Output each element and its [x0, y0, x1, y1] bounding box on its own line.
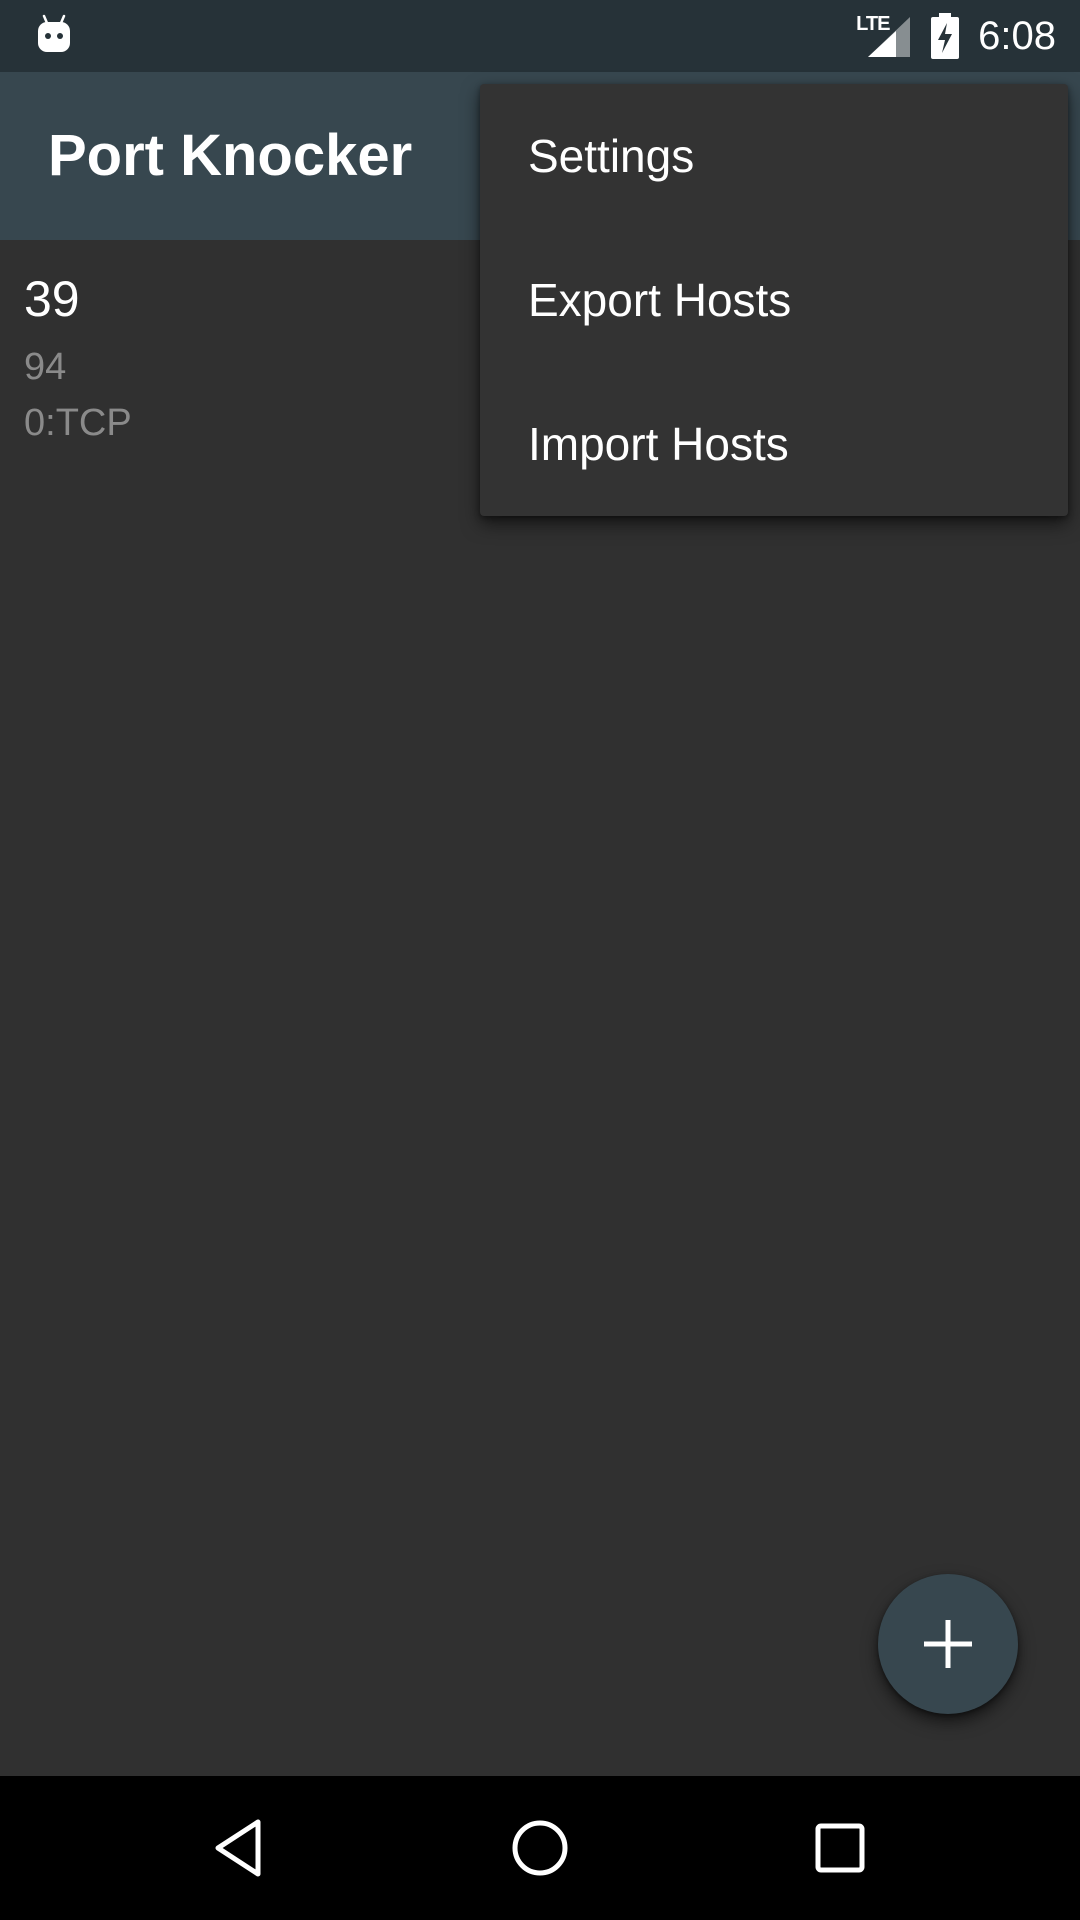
menu-item-import-hosts[interactable]: Import Hosts	[480, 372, 1068, 516]
host-name: 39	[24, 271, 80, 327]
host-detail-line1: 94	[24, 346, 67, 388]
add-host-button[interactable]	[878, 1574, 1018, 1714]
host-detail-line2: 0:TCP	[24, 402, 132, 444]
overflow-menu: Settings Export Hosts Import Hosts	[480, 84, 1068, 516]
status-time: 6:08	[978, 14, 1056, 58]
lte-signal-icon: LTE	[856, 13, 912, 59]
home-button[interactable]	[468, 1776, 612, 1920]
menu-item-export-hosts[interactable]: Export Hosts	[480, 228, 1068, 372]
recents-button[interactable]	[768, 1776, 912, 1920]
plus-icon	[924, 1620, 972, 1668]
home-icon	[512, 1820, 568, 1876]
recents-icon	[815, 1823, 865, 1873]
status-bar: LTE 6:08	[0, 0, 1080, 72]
page-title: Port Knocker	[48, 123, 413, 188]
android-debug-icon	[36, 14, 72, 54]
battery-charging-icon	[930, 13, 960, 59]
status-icons: LTE 6:08	[856, 0, 1056, 72]
back-button[interactable]	[168, 1776, 312, 1920]
navigation-bar	[0, 1776, 1080, 1920]
menu-item-settings[interactable]: Settings	[480, 84, 1068, 228]
back-icon	[215, 1819, 261, 1877]
